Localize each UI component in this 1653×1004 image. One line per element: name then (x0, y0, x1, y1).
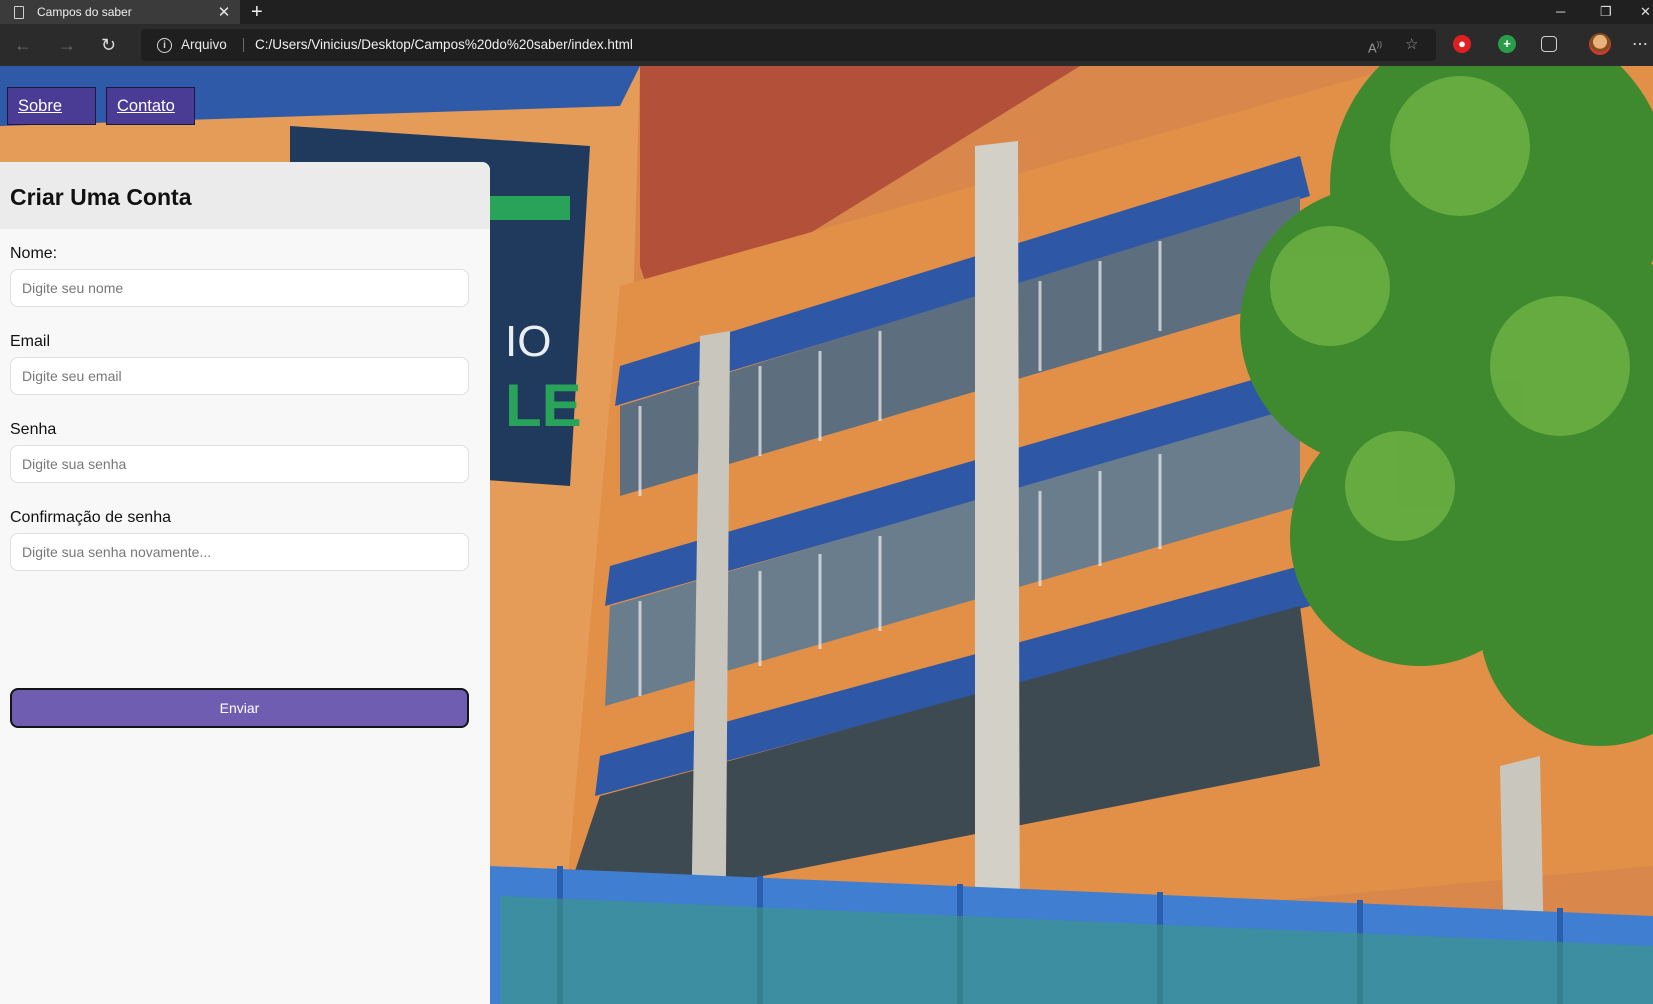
nav-link-sobre[interactable]: Sobre (7, 87, 96, 125)
extension-icon[interactable]: ● (1453, 35, 1471, 53)
url-text[interactable]: C:/Users/Vinicius/Desktop/Campos%20do%20… (255, 29, 633, 61)
password-input[interactable] (10, 445, 469, 483)
browser-toolbar: ← → ↻ i Arquivo C:/Users/Vinicius/Deskto… (0, 24, 1653, 66)
svg-text:LE: LE (505, 372, 582, 439)
submit-button[interactable]: Enviar (10, 688, 469, 728)
create-account-panel: Criar Uma Conta Nome: Email Senha Confir… (0, 162, 490, 1004)
svg-text:IO: IO (505, 317, 551, 366)
form-title: Criar Uma Conta (10, 184, 192, 210)
page-viewport: IO LE Sobre Contato Criar Uma Conta Nome… (0, 66, 1653, 1004)
puzzle-icon[interactable] (1541, 36, 1557, 52)
email-input[interactable] (10, 357, 469, 395)
address-bar[interactable]: i Arquivo C:/Users/Vinicius/Desktop/Camp… (141, 29, 1436, 61)
email-label: Email (10, 333, 51, 350)
address-separator (243, 38, 244, 52)
add-extension-icon[interactable]: + (1498, 35, 1516, 53)
close-tab-icon[interactable]: ✕ (214, 3, 234, 21)
new-tab-button[interactable]: + (251, 0, 263, 24)
tab-title: Campos do saber (37, 5, 132, 19)
restore-icon[interactable]: ❐ (1600, 0, 1612, 24)
info-icon[interactable]: i (157, 38, 172, 53)
panel-header: Criar Uma Conta (0, 162, 490, 229)
read-aloud-icon[interactable]: A)) (1368, 29, 1382, 64)
browser-tab[interactable]: Campos do saber ✕ (0, 0, 240, 24)
page-icon (14, 5, 24, 19)
confirm-password-label: Confirmação de senha (10, 509, 171, 526)
name-label: Nome: (10, 245, 58, 262)
forward-icon[interactable]: → (58, 24, 76, 66)
back-icon[interactable]: ← (14, 24, 32, 66)
window-close-icon[interactable]: ✕ (1640, 0, 1651, 24)
top-navigation: Sobre Contato (7, 87, 195, 125)
favorites-icon[interactable]: ☆ (1405, 29, 1418, 61)
nav-link-contato[interactable]: Contato (106, 87, 195, 125)
reload-icon[interactable]: ↻ (101, 24, 116, 66)
profile-avatar[interactable] (1589, 33, 1611, 55)
password-label: Senha (10, 421, 57, 438)
protocol-label: Arquivo (181, 37, 227, 52)
minimize-icon[interactable]: ─ (1556, 0, 1565, 24)
name-input[interactable] (10, 269, 469, 307)
more-icon[interactable]: ⋯ (1632, 24, 1648, 66)
confirm-password-input[interactable] (10, 533, 469, 571)
browser-tab-strip: Campos do saber ✕ + ─ ❐ ✕ (0, 0, 1653, 24)
